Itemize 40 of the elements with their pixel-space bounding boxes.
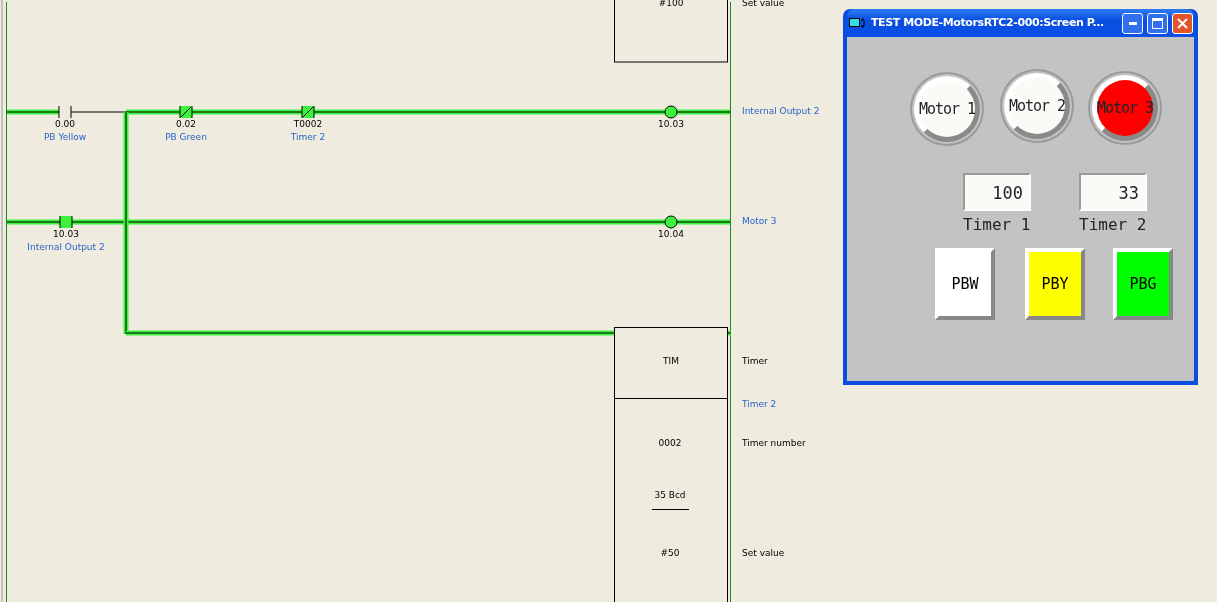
timer-number: 0002 bbox=[658, 438, 682, 449]
instruction-label: Timer bbox=[742, 356, 768, 367]
display-label: Timer 2 bbox=[1079, 214, 1147, 236]
contact-comment: Internal Output 2 bbox=[27, 242, 105, 253]
coil-address: 10.04 bbox=[658, 229, 684, 240]
push-button[interactable]: PBW bbox=[935, 248, 995, 320]
minimize-button[interactable] bbox=[1122, 12, 1143, 34]
app-icon bbox=[849, 17, 867, 29]
block-value: #100 bbox=[658, 0, 684, 9]
contact-comment: PB Green bbox=[165, 132, 207, 143]
set-value: #50 bbox=[660, 548, 680, 559]
contact-address: T0002 bbox=[293, 119, 323, 130]
contact-address: 0.02 bbox=[176, 119, 196, 130]
window-title: TEST MODE-MotorsRTC2-000:Screen P... bbox=[871, 14, 1105, 31]
timer-display: 100 bbox=[963, 173, 1031, 211]
instruction-name: TIM bbox=[663, 356, 679, 367]
motor-lamp: Motor 2 bbox=[1004, 73, 1070, 139]
operand-label: Timer number bbox=[742, 438, 806, 449]
contact-comment: Timer 2 bbox=[290, 132, 326, 143]
timer-comment: Timer 2 bbox=[742, 399, 777, 410]
present-value: 35 Bcd bbox=[654, 490, 686, 501]
maximize-icon bbox=[1152, 17, 1163, 29]
coil-address: 10.03 bbox=[658, 119, 684, 130]
operand-label: Set value bbox=[742, 548, 785, 559]
close-icon bbox=[1177, 17, 1188, 29]
maximize-button[interactable] bbox=[1147, 12, 1168, 34]
motor-lamp: Motor 1 bbox=[914, 76, 980, 142]
push-button[interactable]: PBY bbox=[1025, 248, 1085, 320]
motor-lamp: Motor 3 bbox=[1092, 75, 1158, 141]
timer-display: 33 bbox=[1079, 173, 1147, 211]
contact-address: 0.00 bbox=[55, 119, 75, 130]
push-button[interactable]: PBG bbox=[1113, 248, 1173, 320]
close-button[interactable] bbox=[1172, 12, 1193, 34]
contact-comment: PB Yellow bbox=[43, 132, 87, 143]
minimize-icon bbox=[1128, 21, 1137, 25]
display-label: Timer 1 bbox=[963, 214, 1031, 236]
coil-comment: Internal Output 2 bbox=[742, 106, 820, 117]
contact-address: 10.03 bbox=[53, 229, 79, 240]
operand-label: Set value bbox=[742, 0, 785, 9]
coil-comment: Motor 3 bbox=[742, 216, 777, 227]
